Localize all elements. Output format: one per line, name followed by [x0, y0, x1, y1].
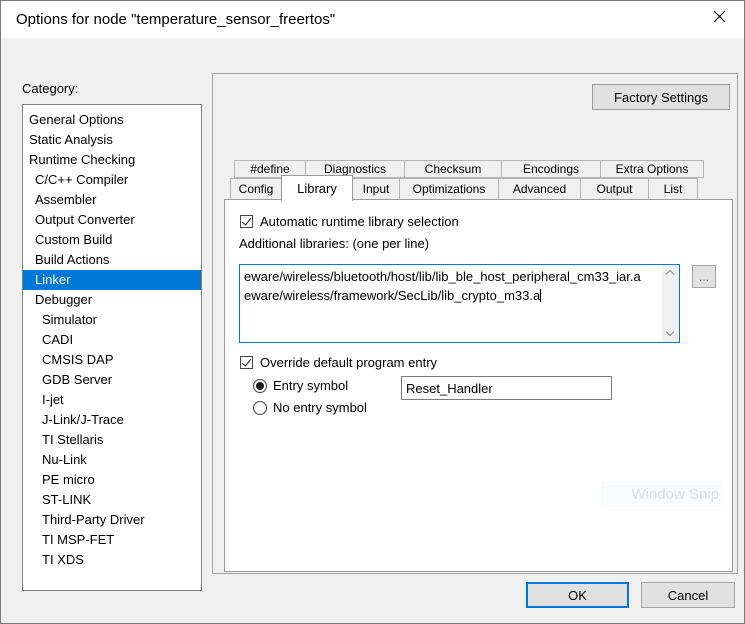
- scroll-down-icon[interactable]: [662, 325, 679, 342]
- list-item-simulator[interactable]: Simulator: [23, 310, 201, 330]
- library-path-line: eware/wireless/framework/SecLib/lib_cryp…: [244, 286, 662, 305]
- list-item-c-c-compiler[interactable]: C/C++ Compiler: [23, 170, 201, 190]
- browse-libraries-button[interactable]: ...: [692, 265, 716, 288]
- additional-libraries-label: Additional libraries: (one per line): [239, 236, 429, 251]
- textarea-scrollbar[interactable]: [662, 265, 679, 342]
- title-bar: Options for node "temperature_sensor_fre…: [1, 1, 744, 38]
- tab-library[interactable]: Library: [281, 175, 353, 201]
- list-item-gdb-server[interactable]: GDB Server: [23, 370, 201, 390]
- close-icon: [713, 10, 726, 28]
- override-entry-label: Override default program entry: [260, 355, 437, 370]
- close-button[interactable]: [700, 5, 738, 33]
- override-entry-checkbox[interactable]: Override default program entry: [240, 355, 437, 370]
- tab-output[interactable]: Output: [580, 178, 649, 200]
- tab-input[interactable]: Input: [352, 178, 400, 200]
- tab-optimizations[interactable]: Optimizations: [399, 178, 499, 200]
- category-list[interactable]: General OptionsStatic AnalysisRuntime Ch…: [22, 104, 202, 591]
- list-item-cadi[interactable]: CADI: [23, 330, 201, 350]
- additional-libraries-textarea[interactable]: eware/wireless/bluetooth/host/lib/lib_bl…: [239, 264, 680, 343]
- text-caret: [540, 289, 541, 302]
- entry-symbol-input[interactable]: [401, 376, 612, 400]
- list-item-runtime-checking[interactable]: Runtime Checking: [23, 150, 201, 170]
- automatic-runtime-checkbox[interactable]: Automatic runtime library selection: [240, 214, 459, 229]
- list-item-general-options[interactable]: General Options: [23, 110, 201, 130]
- ok-button[interactable]: OK: [526, 582, 629, 608]
- library-path-line: eware/wireless/bluetooth/host/lib/lib_bl…: [244, 267, 662, 286]
- list-item-build-actions[interactable]: Build Actions: [23, 250, 201, 270]
- list-item-ti-msp-fet[interactable]: TI MSP-FET: [23, 530, 201, 550]
- list-item-ti-stellaris[interactable]: TI Stellaris: [23, 430, 201, 450]
- tab-encodings[interactable]: Encodings: [501, 160, 601, 178]
- library-tab-page: Automatic runtime library selection Addi…: [224, 199, 733, 572]
- radio-selected-icon: [253, 379, 267, 393]
- list-item-cmsis-dap[interactable]: CMSIS DAP: [23, 350, 201, 370]
- cancel-button[interactable]: Cancel: [641, 582, 735, 608]
- tab-list[interactable]: List: [648, 178, 698, 200]
- list-item-output-converter[interactable]: Output Converter: [23, 210, 201, 230]
- factory-settings-button[interactable]: Factory Settings: [592, 84, 730, 110]
- options-dialog: Options for node "temperature_sensor_fre…: [0, 0, 745, 624]
- list-item-i-jet[interactable]: I-jet: [23, 390, 201, 410]
- entry-symbol-radio[interactable]: Entry symbol: [253, 378, 348, 393]
- category-label: Category:: [22, 81, 78, 96]
- checkbox-checked-icon: [240, 356, 253, 369]
- list-item-static-analysis[interactable]: Static Analysis: [23, 130, 201, 150]
- list-item-linker[interactable]: Linker: [23, 270, 201, 290]
- dialog-title: Options for node "temperature_sensor_fre…: [1, 11, 335, 28]
- list-item-ti-xds[interactable]: TI XDS: [23, 550, 201, 570]
- scroll-up-icon[interactable]: [662, 265, 679, 282]
- window-snip-watermark: Window Snip: [601, 481, 723, 507]
- no-entry-symbol-radio[interactable]: No entry symbol: [253, 400, 367, 415]
- automatic-runtime-label: Automatic runtime library selection: [260, 214, 459, 229]
- list-item-third-party-driver[interactable]: Third-Party Driver: [23, 510, 201, 530]
- libs-textbox-content: eware/wireless/bluetooth/host/lib/lib_bl…: [240, 265, 662, 342]
- list-item-pe-micro[interactable]: PE micro: [23, 470, 201, 490]
- list-item-st-link[interactable]: ST-LINK: [23, 490, 201, 510]
- list-item-nu-link[interactable]: Nu-Link: [23, 450, 201, 470]
- checkbox-checked-icon: [240, 215, 253, 228]
- tab-advanced[interactable]: Advanced: [498, 178, 581, 200]
- list-item-j-link-j-trace[interactable]: J-Link/J-Trace: [23, 410, 201, 430]
- tab-row-lower: ConfigLibraryInputOptimizationsAdvancedO…: [230, 178, 698, 200]
- options-groupbox: Factory Settings #defineDiagnosticsCheck…: [212, 73, 738, 574]
- tab-extra-options[interactable]: Extra Options: [600, 160, 704, 178]
- entry-symbol-label: Entry symbol: [273, 378, 348, 393]
- list-item-assembler[interactable]: Assembler: [23, 190, 201, 210]
- list-item-debugger[interactable]: Debugger: [23, 290, 201, 310]
- tab-checksum[interactable]: Checksum: [404, 160, 502, 178]
- no-entry-symbol-label: No entry symbol: [273, 400, 367, 415]
- radio-unselected-icon: [253, 401, 267, 415]
- list-item-custom-build[interactable]: Custom Build: [23, 230, 201, 250]
- tab-config[interactable]: Config: [230, 178, 282, 200]
